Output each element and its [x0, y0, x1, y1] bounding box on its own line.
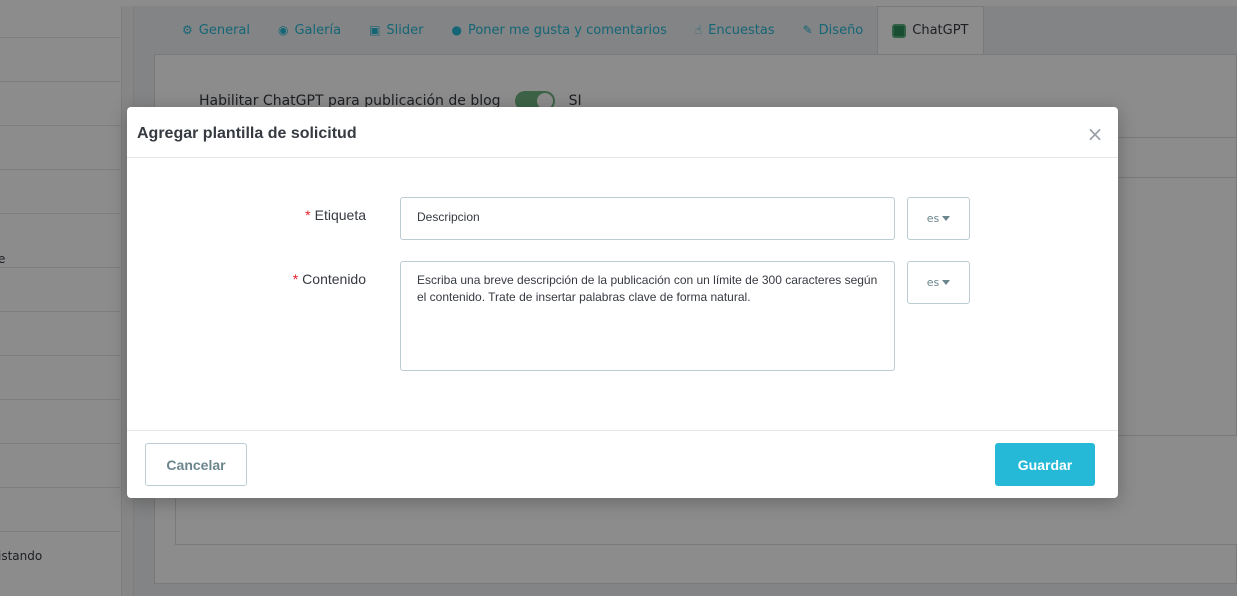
modal-footer: Cancelar Guardar	[127, 430, 1118, 498]
page-frame: e istando ⚙ General ◉ Galería ▣ Slider ●…	[0, 0, 1237, 596]
language-code: es	[926, 212, 940, 225]
caret-down-icon	[942, 280, 951, 285]
content-field-label: * Contenido	[216, 271, 366, 287]
content-field-text: Contenido	[302, 271, 366, 287]
label-input[interactable]: Descripcion	[400, 197, 895, 240]
label-field-label: * Etiqueta	[216, 207, 366, 223]
modal-title: Agregar plantilla de solicitud	[137, 125, 357, 142]
save-button[interactable]: Guardar	[995, 443, 1095, 486]
content-textarea[interactable]: Escriba una breve descripción de la publ…	[400, 261, 895, 371]
content-language-dropdown[interactable]: es	[907, 261, 970, 304]
label-field-text: Etiqueta	[314, 207, 366, 223]
cancel-button[interactable]: Cancelar	[145, 443, 247, 486]
required-asterisk: *	[292, 271, 299, 287]
close-icon[interactable]: ×	[1086, 124, 1104, 144]
modal-header: Agregar plantilla de solicitud ×	[127, 107, 1118, 158]
label-language-dropdown[interactable]: es	[907, 197, 970, 240]
language-code: es	[926, 276, 940, 289]
caret-down-icon	[942, 216, 951, 221]
add-request-template-modal: Agregar plantilla de solicitud × * Etique…	[127, 107, 1118, 498]
required-asterisk: *	[305, 207, 311, 223]
